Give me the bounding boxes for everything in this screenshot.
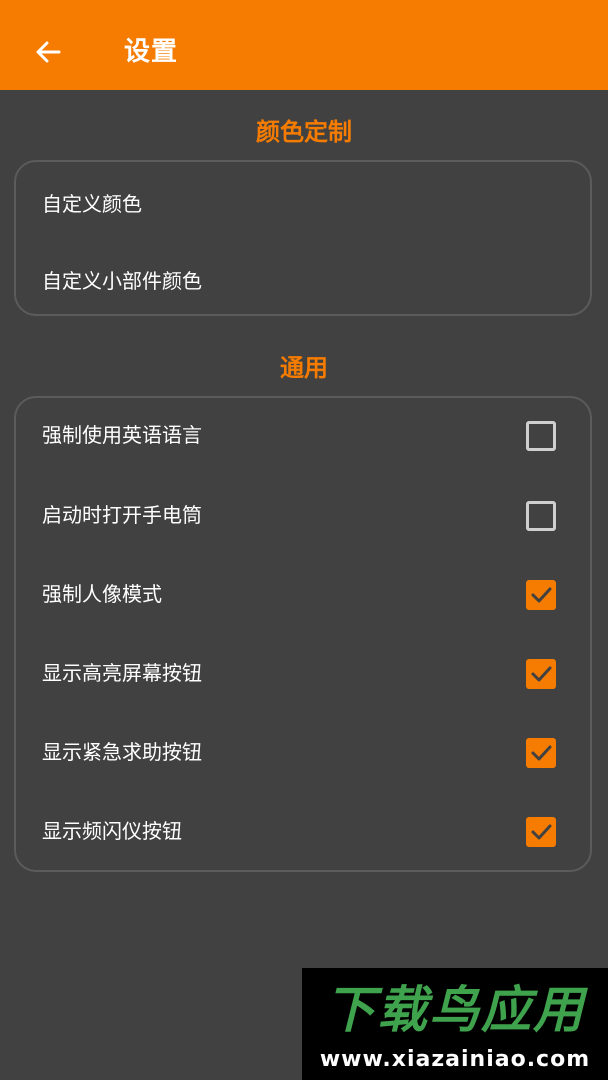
check-icon [531, 745, 552, 761]
setting-custom-widget-color[interactable]: 自定义小部件颜色 [16, 251, 590, 311]
app-bar: 设置 [0, 0, 608, 90]
check-icon [531, 587, 552, 603]
setting-label: 自定义小部件颜色 [42, 269, 202, 293]
setting-force-portrait[interactable]: 强制人像模式 [16, 564, 590, 624]
show-strobe-checkbox[interactable] [526, 817, 556, 847]
section-title-general: 通用 [280, 354, 328, 382]
setting-flashlight-on-start[interactable]: 启动时打开手电筒 [16, 485, 590, 545]
flashlight-on-start-checkbox[interactable] [526, 501, 556, 531]
setting-label: 显示频闪仪按钮 [42, 819, 182, 843]
check-icon [531, 666, 552, 682]
watermark-url: www.xiazainiao.com [319, 1047, 591, 1072]
show-highlight-screen-checkbox[interactable] [526, 659, 556, 689]
setting-show-sos-button[interactable]: 显示紧急求助按钮 [16, 722, 590, 782]
show-sos-checkbox[interactable] [526, 738, 556, 768]
section-title-color-custom: 颜色定制 [256, 118, 352, 146]
force-portrait-checkbox[interactable] [526, 580, 556, 610]
back-button[interactable] [30, 34, 66, 70]
force-english-checkbox[interactable] [526, 421, 556, 451]
setting-label: 启动时打开手电筒 [42, 503, 202, 527]
watermark-logo: 下载鸟应用 [325, 981, 585, 1039]
setting-show-highlight-screen-button[interactable]: 显示高亮屏幕按钮 [16, 643, 590, 703]
setting-label: 显示紧急求助按钮 [42, 740, 202, 764]
arrow-left-icon [34, 38, 62, 66]
check-icon [531, 824, 552, 840]
setting-label: 自定义颜色 [42, 192, 142, 216]
setting-label: 强制使用英语语言 [42, 423, 202, 447]
setting-force-english[interactable]: 强制使用英语语言 [16, 405, 590, 465]
setting-label: 强制人像模式 [42, 582, 162, 606]
watermark: 下载鸟应用 www.xiazainiao.com [302, 968, 608, 1080]
general-card: 强制使用英语语言 启动时打开手电筒 强制人像模式 显示高亮屏幕按钮 显示紧急求助… [14, 396, 592, 872]
setting-label: 显示高亮屏幕按钮 [42, 661, 202, 685]
setting-show-strobe-button[interactable]: 显示频闪仪按钮 [16, 801, 590, 861]
setting-custom-color[interactable]: 自定义颜色 [16, 174, 590, 234]
color-custom-card: 自定义颜色 自定义小部件颜色 [14, 160, 592, 316]
page-title: 设置 [124, 37, 179, 67]
